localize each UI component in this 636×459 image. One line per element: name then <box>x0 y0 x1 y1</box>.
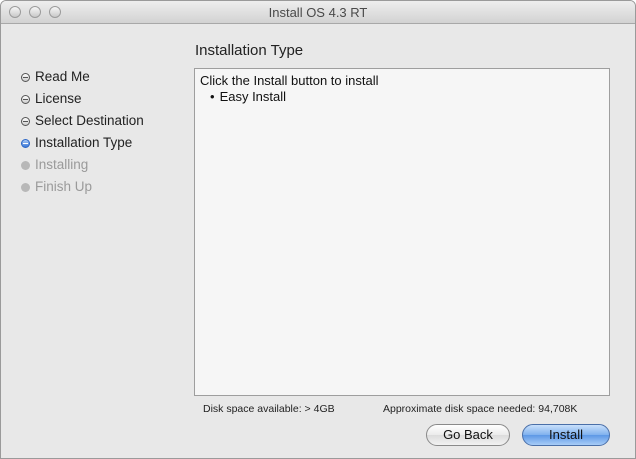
step-pending-icon <box>21 161 30 170</box>
install-button[interactable]: Install <box>522 424 610 446</box>
step-status-icon <box>21 117 30 126</box>
step-pending-icon <box>21 183 30 192</box>
step-label: Installation Type <box>35 135 133 150</box>
disk-space-available: Disk space available: > 4GB <box>203 403 335 415</box>
disk-space-needed: Approximate disk space needed: 94,708K <box>383 403 578 415</box>
step-label: Read Me <box>35 69 90 84</box>
install-option-easy-install: Easy Install <box>210 89 604 105</box>
window-title: Install OS 4.3 RT <box>268 5 368 20</box>
installer-steps-list: Read Me License Select Destination Insta… <box>21 68 144 200</box>
step-select-destination: Select Destination <box>21 112 144 134</box>
install-options-list: Easy Install <box>200 89 604 105</box>
title-bar[interactable]: Install OS 4.3 RT <box>1 1 635 24</box>
step-label: Finish Up <box>35 179 93 194</box>
step-license: License <box>21 90 144 112</box>
step-finish-up: Finish Up <box>21 178 144 200</box>
step-read-me: Read Me <box>21 68 144 90</box>
go-back-button[interactable]: Go Back <box>426 424 510 446</box>
installer-window: Install OS 4.3 RT Installation Type Read… <box>0 0 636 459</box>
step-status-icon <box>21 73 30 82</box>
instruction-text: Click the Install button to install <box>200 73 379 88</box>
step-installation-type: Installation Type <box>21 134 144 156</box>
step-status-icon <box>21 95 30 104</box>
step-label: Select Destination <box>35 113 144 128</box>
section-title: Installation Type <box>195 42 304 59</box>
step-installing: Installing <box>21 156 144 178</box>
step-label: Installing <box>35 157 89 172</box>
step-current-icon <box>21 139 30 148</box>
installation-type-panel[interactable]: Click the Install button to install Easy… <box>194 68 610 396</box>
step-label: License <box>35 91 82 106</box>
